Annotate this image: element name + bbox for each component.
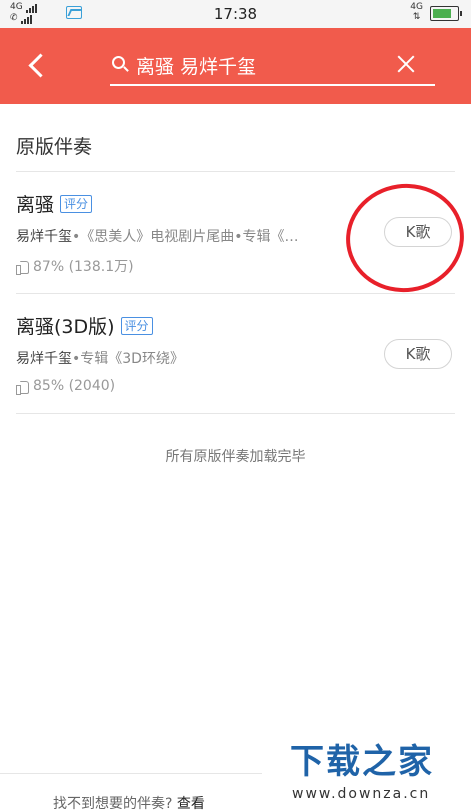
search-header: 离骚 易烊千玺 — [0, 28, 471, 104]
clear-search-button[interactable] — [394, 52, 418, 76]
likes-value: 87% (138.1万) — [33, 259, 134, 275]
footer-prompt-text: 找不到想要的伴奏? — [53, 796, 173, 811]
data-network-label: 4G — [410, 2, 423, 12]
watermark: 下载之家 www.downza.cn — [262, 732, 471, 811]
watermark-url: www.downza.cn — [292, 786, 431, 802]
watermark-logo: 下载之家 — [290, 742, 434, 782]
footer-prompt: 找不到想要的伴奏? 查看 — [53, 793, 205, 811]
song-album-info: •专辑《3D环绕》 — [72, 351, 184, 367]
song-meta: 易烊千玺•《思美人》电视剧片尾曲•专辑《… — [16, 226, 334, 246]
divider — [16, 171, 455, 172]
thumbs-up-icon — [16, 380, 30, 395]
search-icon — [112, 56, 125, 69]
divider — [16, 293, 455, 294]
search-input[interactable]: 离骚 易烊千玺 — [110, 46, 435, 86]
sing-button[interactable]: K歌 — [384, 339, 452, 369]
clock: 17:38 — [213, 5, 258, 23]
battery-icon — [430, 6, 462, 21]
divider — [16, 413, 455, 414]
song-album-info: •《思美人》电视剧片尾曲•专辑《… — [72, 229, 299, 245]
rating-tag[interactable]: 评分 — [120, 316, 153, 335]
song-likes: 85% (2040) — [16, 378, 116, 395]
rating-tag[interactable]: 评分 — [60, 194, 93, 213]
status-bar: 4G ✆ 17:38 4G ⇅ — [0, 0, 471, 28]
song-artist: 易烊千玺 — [16, 351, 72, 367]
load-complete-message: 所有原版伴奏加载完毕 — [165, 449, 306, 465]
likes-value: 85% (2040) — [33, 378, 116, 394]
back-button[interactable] — [22, 48, 54, 84]
song-meta: 易烊千玺•专辑《3D环绕》 — [16, 348, 334, 368]
footer-link[interactable]: 查看 — [177, 796, 205, 811]
song-list-item[interactable]: 离骚(3D版) 评分 易烊千玺•专辑《3D环绕》 85% (2040) K歌 — [16, 312, 455, 432]
section-title: 原版伴奏 — [16, 136, 93, 158]
song-title: 离骚 — [16, 194, 55, 216]
data-arrows-icon: ⇅ — [412, 12, 421, 22]
song-likes: 87% (138.1万) — [16, 256, 134, 276]
search-query-text: 离骚 易烊千玺 — [136, 56, 257, 78]
song-artist: 易烊千玺 — [16, 229, 72, 245]
data-network-indicator: 4G ⇅ — [410, 2, 423, 22]
song-title: 离骚(3D版) — [16, 316, 115, 338]
thumbs-up-icon — [16, 260, 30, 275]
